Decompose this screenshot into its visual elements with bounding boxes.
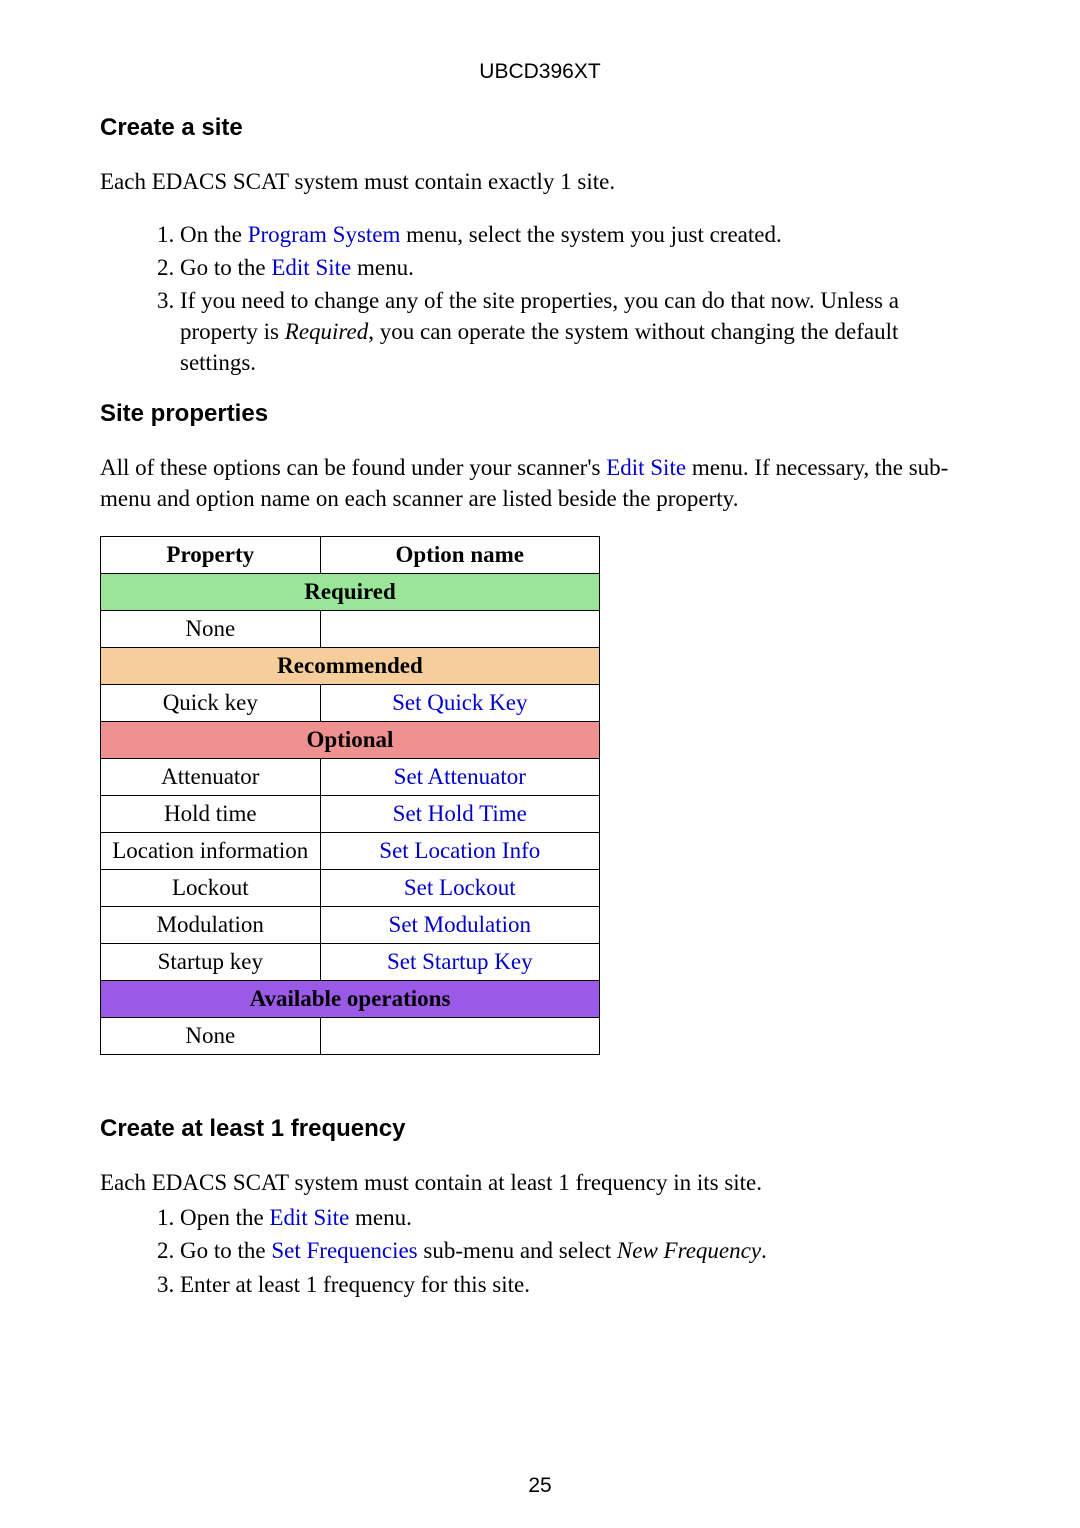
text: sub-menu and select — [418, 1238, 617, 1263]
text: Enter at least 1 frequency for this site… — [180, 1272, 530, 1297]
link-set-modulation[interactable]: Set Modulation — [389, 912, 531, 937]
text: menu. — [351, 255, 414, 280]
cell-option: Set Location Info — [320, 833, 599, 870]
list-item: On the Program System menu, select the s… — [180, 219, 980, 250]
text: menu, select the system you just created… — [400, 222, 781, 247]
section-label: Required — [101, 574, 600, 611]
text: Go to the — [180, 255, 271, 280]
cell-option — [320, 1018, 599, 1055]
section-row-recommended: Recommended — [101, 648, 600, 685]
text: Open the — [180, 1205, 269, 1230]
page-number: 25 — [0, 1474, 1080, 1498]
link-program-system[interactable]: Program System — [248, 222, 401, 247]
cell-property: Lockout — [101, 870, 321, 907]
table-row: Modulation Set Modulation — [101, 907, 600, 944]
ordered-list-create-site: On the Program System menu, select the s… — [100, 219, 980, 378]
list-item: Enter at least 1 frequency for this site… — [180, 1269, 980, 1300]
column-header-property: Property — [101, 537, 321, 574]
section-label: Available operations — [101, 981, 600, 1018]
list-item: Go to the Edit Site menu. — [180, 252, 980, 283]
section-label: Recommended — [101, 648, 600, 685]
cell-property: Attenuator — [101, 759, 321, 796]
link-set-attenuator[interactable]: Set Attenuator — [394, 764, 526, 789]
link-set-startup-key[interactable]: Set Startup Key — [387, 949, 533, 974]
table-header-row: Property Option name — [101, 537, 600, 574]
list-item: If you need to change any of the site pr… — [180, 285, 980, 378]
link-set-location-info[interactable]: Set Location Info — [379, 838, 540, 863]
heading-create-a-site: Create a site — [100, 114, 980, 142]
table-row: None — [101, 611, 600, 648]
paragraph-frequency-intro: Each EDACS SCAT system must contain at l… — [100, 1167, 980, 1198]
heading-site-properties: Site properties — [100, 400, 980, 428]
cell-property: None — [101, 1018, 321, 1055]
document-header: UBCD396XT — [100, 60, 980, 84]
list-item: Open the Edit Site menu. — [180, 1202, 980, 1233]
document-page: UBCD396XT Create a site Each EDACS SCAT … — [0, 0, 1080, 1528]
paragraph-site-properties-intro: All of these options can be found under … — [100, 452, 980, 514]
ordered-list-create-frequency: Open the Edit Site menu. Go to the Set F… — [100, 1202, 980, 1299]
table-row: Startup key Set Startup Key — [101, 944, 600, 981]
cell-option: Set Modulation — [320, 907, 599, 944]
cell-option — [320, 611, 599, 648]
cell-option: Set Lockout — [320, 870, 599, 907]
cell-option: Set Attenuator — [320, 759, 599, 796]
table-row: Attenuator Set Attenuator — [101, 759, 600, 796]
text: . — [761, 1238, 767, 1263]
section-row-required: Required — [101, 574, 600, 611]
cell-option: Set Startup Key — [320, 944, 599, 981]
column-header-option-name: Option name — [320, 537, 599, 574]
emphasis-new-frequency: New Frequency — [617, 1238, 761, 1263]
section-row-optional: Optional — [101, 722, 600, 759]
table-row: Hold time Set Hold Time — [101, 796, 600, 833]
text: menu. — [349, 1205, 412, 1230]
emphasis-required: Required — [285, 319, 368, 344]
list-item: Go to the Set Frequencies sub-menu and s… — [180, 1235, 980, 1266]
link-set-frequencies[interactable]: Set Frequencies — [271, 1238, 417, 1263]
cell-property: Hold time — [101, 796, 321, 833]
cell-property: Location information — [101, 833, 321, 870]
link-edit-site[interactable]: Edit Site — [606, 455, 686, 480]
link-edit-site[interactable]: Edit Site — [271, 255, 351, 280]
link-set-hold-time[interactable]: Set Hold Time — [393, 801, 527, 826]
table-row: Lockout Set Lockout — [101, 870, 600, 907]
section-label: Optional — [101, 722, 600, 759]
table-row: Quick key Set Quick Key — [101, 685, 600, 722]
cell-property: Startup key — [101, 944, 321, 981]
text: On the — [180, 222, 248, 247]
cell-option: Set Hold Time — [320, 796, 599, 833]
text: Go to the — [180, 1238, 271, 1263]
text: All of these options can be found under … — [100, 455, 606, 480]
cell-property: Quick key — [101, 685, 321, 722]
cell-option: Set Quick Key — [320, 685, 599, 722]
heading-create-frequency: Create at least 1 frequency — [100, 1115, 980, 1143]
link-edit-site[interactable]: Edit Site — [269, 1205, 349, 1230]
paragraph-site-intro: Each EDACS SCAT system must contain exac… — [100, 166, 980, 197]
link-set-quick-key[interactable]: Set Quick Key — [392, 690, 527, 715]
table-row: Location information Set Location Info — [101, 833, 600, 870]
cell-property: Modulation — [101, 907, 321, 944]
cell-property: None — [101, 611, 321, 648]
site-properties-table: Property Option name Required None Recom… — [100, 536, 600, 1055]
link-set-lockout[interactable]: Set Lockout — [404, 875, 516, 900]
table-row: None — [101, 1018, 600, 1055]
section-row-available-operations: Available operations — [101, 981, 600, 1018]
